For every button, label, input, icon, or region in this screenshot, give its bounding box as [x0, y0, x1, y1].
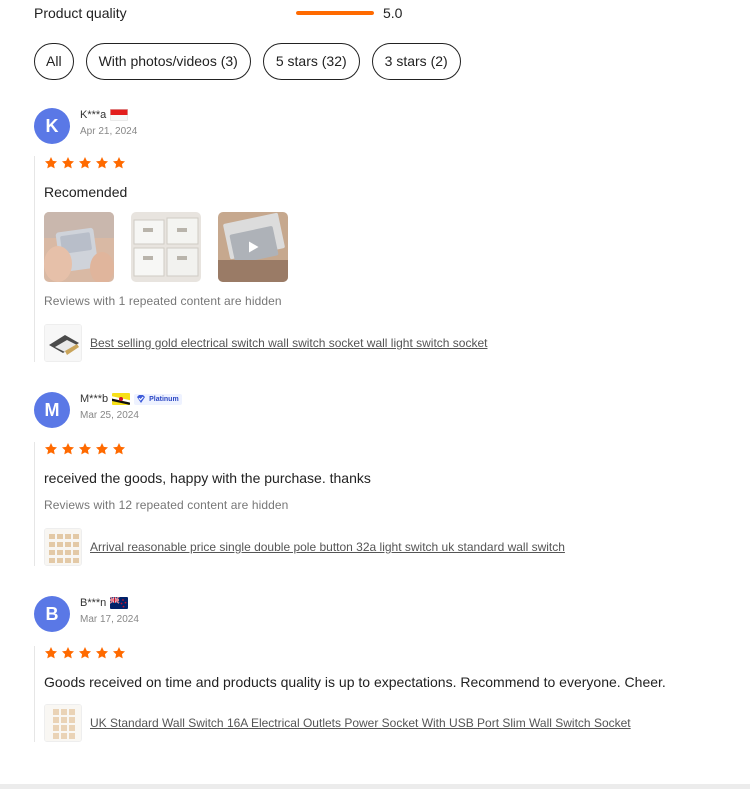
star-icon: [112, 442, 126, 456]
review-photo[interactable]: [44, 212, 114, 282]
star-icon: [78, 442, 92, 456]
review-date: Mar 25, 2024: [80, 410, 139, 421]
star-rating: [44, 646, 734, 660]
review-body: received the goods, happy with the purch…: [34, 442, 734, 566]
product-quality-bar: [296, 11, 374, 15]
star-rating: [44, 442, 734, 456]
review-video[interactable]: [218, 212, 288, 282]
product-link[interactable]: Best selling gold electrical switch wall…: [90, 336, 487, 350]
new-zealand-flag-icon: [110, 597, 129, 609]
avatar: M: [34, 392, 70, 428]
star-icon: [78, 646, 92, 660]
product-reference: Arrival reasonable price single double p…: [44, 528, 734, 566]
product-reference: UK Standard Wall Switch 16A Electrical O…: [44, 704, 734, 742]
avatar: K: [34, 108, 70, 144]
reviewer-name: K***a: [80, 109, 107, 121]
reviewer-name: M***b: [80, 393, 109, 405]
product-quality-summary: Product quality 5.0: [34, 3, 454, 23]
product-thumbnail[interactable]: [44, 528, 82, 566]
product-quality-bar-fill: [296, 11, 374, 15]
review-body: Goods received on time and products qual…: [34, 646, 734, 742]
review-filters: All With photos/videos (3) 5 stars (32) …: [34, 43, 461, 80]
product-link[interactable]: Arrival reasonable price single double p…: [90, 540, 565, 554]
product-quality-label: Product quality: [34, 5, 127, 21]
review-text: received the goods, happy with the purch…: [44, 470, 371, 486]
star-icon: [61, 156, 75, 170]
reviewer-name-row: M***b Platinum: [80, 393, 182, 405]
section-divider: [0, 784, 750, 789]
star-icon: [44, 156, 58, 170]
review-text: Recomended: [44, 184, 128, 200]
filter-all-button[interactable]: All: [34, 43, 74, 80]
star-rating: [44, 156, 734, 170]
product-thumbnail[interactable]: [44, 704, 82, 742]
filter-with-photos-button[interactable]: With photos/videos (3): [85, 43, 251, 80]
product-thumbnail[interactable]: [44, 324, 82, 362]
hidden-reviews-note: Reviews with 12 repeated content are hid…: [44, 498, 289, 512]
review-date: Mar 17, 2024: [80, 614, 139, 625]
review-media: [44, 212, 734, 282]
review-photo[interactable]: [131, 212, 201, 282]
star-icon: [61, 646, 75, 660]
indonesia-flag-icon: [110, 109, 129, 121]
brunei-flag-icon: [112, 393, 131, 405]
reviewer-name: B***n: [80, 597, 107, 609]
review-body: Recomended Reviews with 1 repeated conte…: [34, 156, 734, 362]
hidden-reviews-note: Reviews with 1 repeated content are hidd…: [44, 294, 282, 308]
diamond-check-icon: [137, 395, 146, 403]
star-icon: [95, 442, 109, 456]
badge-label: Platinum: [149, 395, 179, 403]
review-date: Apr 21, 2024: [80, 126, 138, 137]
star-icon: [61, 442, 75, 456]
star-icon: [44, 442, 58, 456]
filter-3-stars-button[interactable]: 3 stars (2): [371, 43, 461, 80]
star-icon: [95, 646, 109, 660]
platinum-badge: Platinum: [134, 393, 182, 405]
reviewer-name-row: B***n: [80, 597, 129, 609]
avatar: B: [34, 596, 70, 632]
reviewer-name-row: K***a: [80, 109, 129, 121]
product-reference: Best selling gold electrical switch wall…: [44, 324, 734, 362]
star-icon: [112, 156, 126, 170]
play-icon: [249, 241, 259, 253]
product-quality-score: 5.0: [383, 5, 403, 21]
filter-5-stars-button[interactable]: 5 stars (32): [262, 43, 360, 80]
star-icon: [95, 156, 109, 170]
star-icon: [78, 156, 92, 170]
review-text: Goods received on time and products qual…: [44, 674, 666, 690]
star-icon: [44, 646, 58, 660]
product-link[interactable]: UK Standard Wall Switch 16A Electrical O…: [90, 716, 631, 730]
star-icon: [112, 646, 126, 660]
